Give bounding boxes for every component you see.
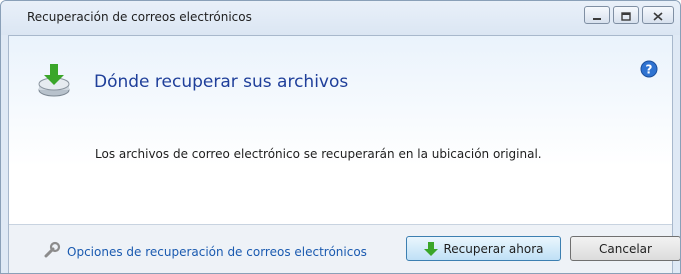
wrench-icon bbox=[43, 241, 61, 262]
minimize-button[interactable] bbox=[584, 6, 610, 24]
help-icon[interactable]: ? bbox=[640, 60, 658, 82]
recovery-options-link[interactable]: Opciones de recuperación de correos elec… bbox=[43, 241, 367, 262]
window-title: Recuperación de correos electrónicos bbox=[27, 10, 252, 24]
caption-buttons bbox=[581, 6, 674, 24]
svg-text:?: ? bbox=[646, 63, 653, 77]
minimize-icon bbox=[592, 6, 602, 25]
close-button[interactable] bbox=[642, 6, 674, 24]
maximize-icon bbox=[621, 6, 631, 25]
page-title: Dónde recuperar sus archivos bbox=[94, 72, 349, 92]
recovery-options-label: Opciones de recuperación de correos elec… bbox=[67, 244, 367, 259]
recover-now-label: Recuperar ahora bbox=[443, 241, 544, 256]
download-arrow-icon bbox=[423, 241, 439, 257]
dialog-footer: Opciones de recuperación de correos elec… bbox=[9, 224, 680, 273]
destination-message: Los archivos de correo electrónico se re… bbox=[95, 147, 542, 161]
close-icon bbox=[653, 6, 663, 25]
cancel-button[interactable]: Cancelar bbox=[570, 236, 680, 261]
cancel-label: Cancelar bbox=[599, 241, 652, 256]
dialog-content: Dónde recuperar sus archivos ? Los archi… bbox=[8, 35, 680, 273]
recovery-dialog: Recuperación de correos electrónicos Dón… bbox=[0, 0, 681, 274]
recover-now-button[interactable]: Recuperar ahora bbox=[406, 236, 561, 261]
title-bar[interactable]: Recuperación de correos electrónicos bbox=[1, 1, 680, 35]
maximize-button[interactable] bbox=[613, 6, 639, 24]
restore-drive-icon bbox=[37, 62, 71, 102]
